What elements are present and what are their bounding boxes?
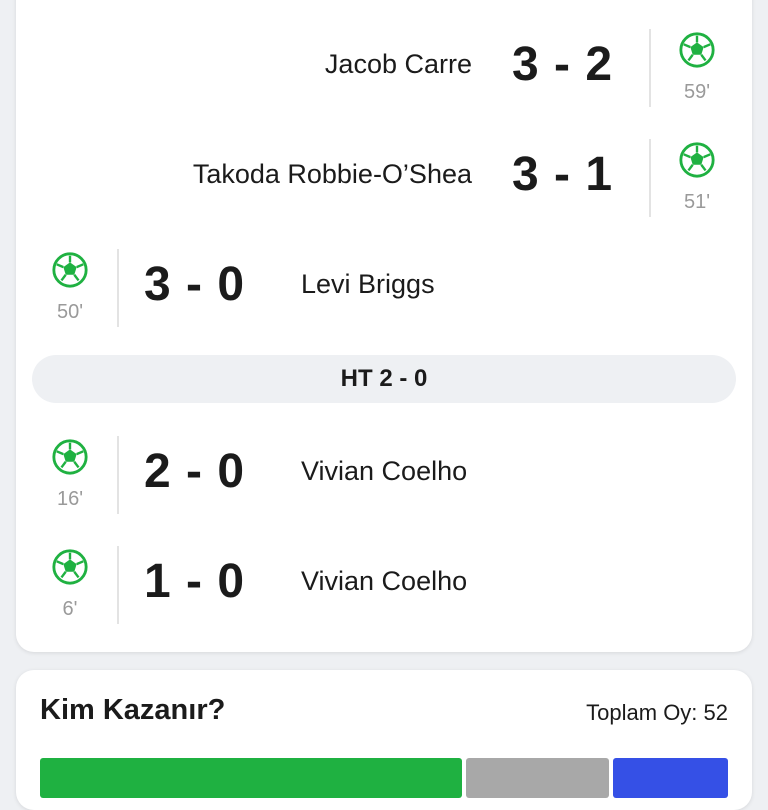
soccer-ball-icon bbox=[52, 439, 88, 475]
soccer-ball-icon bbox=[52, 549, 88, 585]
event-divider bbox=[117, 546, 119, 624]
event-divider bbox=[117, 249, 119, 327]
halftime-score-bar: HT 2 - 0 bbox=[32, 355, 736, 403]
goal-event: 16' 2 - 0 Vivian Coelho bbox=[16, 436, 752, 528]
running-score: 3 - 2 bbox=[512, 38, 614, 91]
scorer-name[interactable]: Levi Briggs bbox=[301, 267, 435, 301]
match-events-card: Jacob Carre 3 - 2 59' Takoda Robbie-O’Sh… bbox=[16, 0, 752, 652]
poll-bar-home[interactable] bbox=[40, 758, 462, 798]
running-score: 3 - 0 bbox=[144, 258, 246, 311]
poll-title: Kim Kazanır? bbox=[40, 694, 226, 726]
goal-minute: 50' bbox=[56, 301, 84, 323]
running-score: 1 - 0 bbox=[144, 555, 246, 608]
poll-bar-draw[interactable] bbox=[466, 758, 609, 798]
goal-event: Jacob Carre 3 - 2 59' bbox=[16, 29, 752, 121]
scorer-name[interactable]: Vivian Coelho bbox=[301, 564, 467, 598]
running-score: 2 - 0 bbox=[144, 445, 246, 498]
soccer-ball-icon bbox=[679, 142, 715, 178]
soccer-ball-icon bbox=[679, 32, 715, 68]
poll-total-votes: Toplam Oy: 52 bbox=[586, 700, 728, 725]
event-divider bbox=[649, 29, 651, 107]
goal-minute: 16' bbox=[56, 488, 84, 510]
event-divider bbox=[649, 139, 651, 217]
event-divider bbox=[117, 436, 119, 514]
scorer-name[interactable]: Jacob Carre bbox=[325, 47, 472, 81]
running-score: 3 - 1 bbox=[512, 148, 614, 201]
who-wins-poll-card: Kim Kazanır? Toplam Oy: 52 bbox=[16, 670, 752, 810]
goal-event: 6' 1 - 0 Vivian Coelho bbox=[16, 546, 752, 638]
scorer-name[interactable]: Vivian Coelho bbox=[301, 454, 467, 488]
poll-bar-away[interactable] bbox=[613, 758, 728, 798]
goal-minute: 59' bbox=[683, 81, 711, 103]
goal-event: 50' 3 - 0 Levi Briggs bbox=[16, 249, 752, 341]
scorer-name[interactable]: Takoda Robbie-O’Shea bbox=[193, 157, 472, 191]
goal-event: Takoda Robbie-O’Shea 3 - 1 51' bbox=[16, 139, 752, 231]
soccer-ball-icon bbox=[52, 252, 88, 288]
goal-minute: 6' bbox=[62, 598, 78, 620]
goal-minute: 51' bbox=[683, 191, 711, 213]
